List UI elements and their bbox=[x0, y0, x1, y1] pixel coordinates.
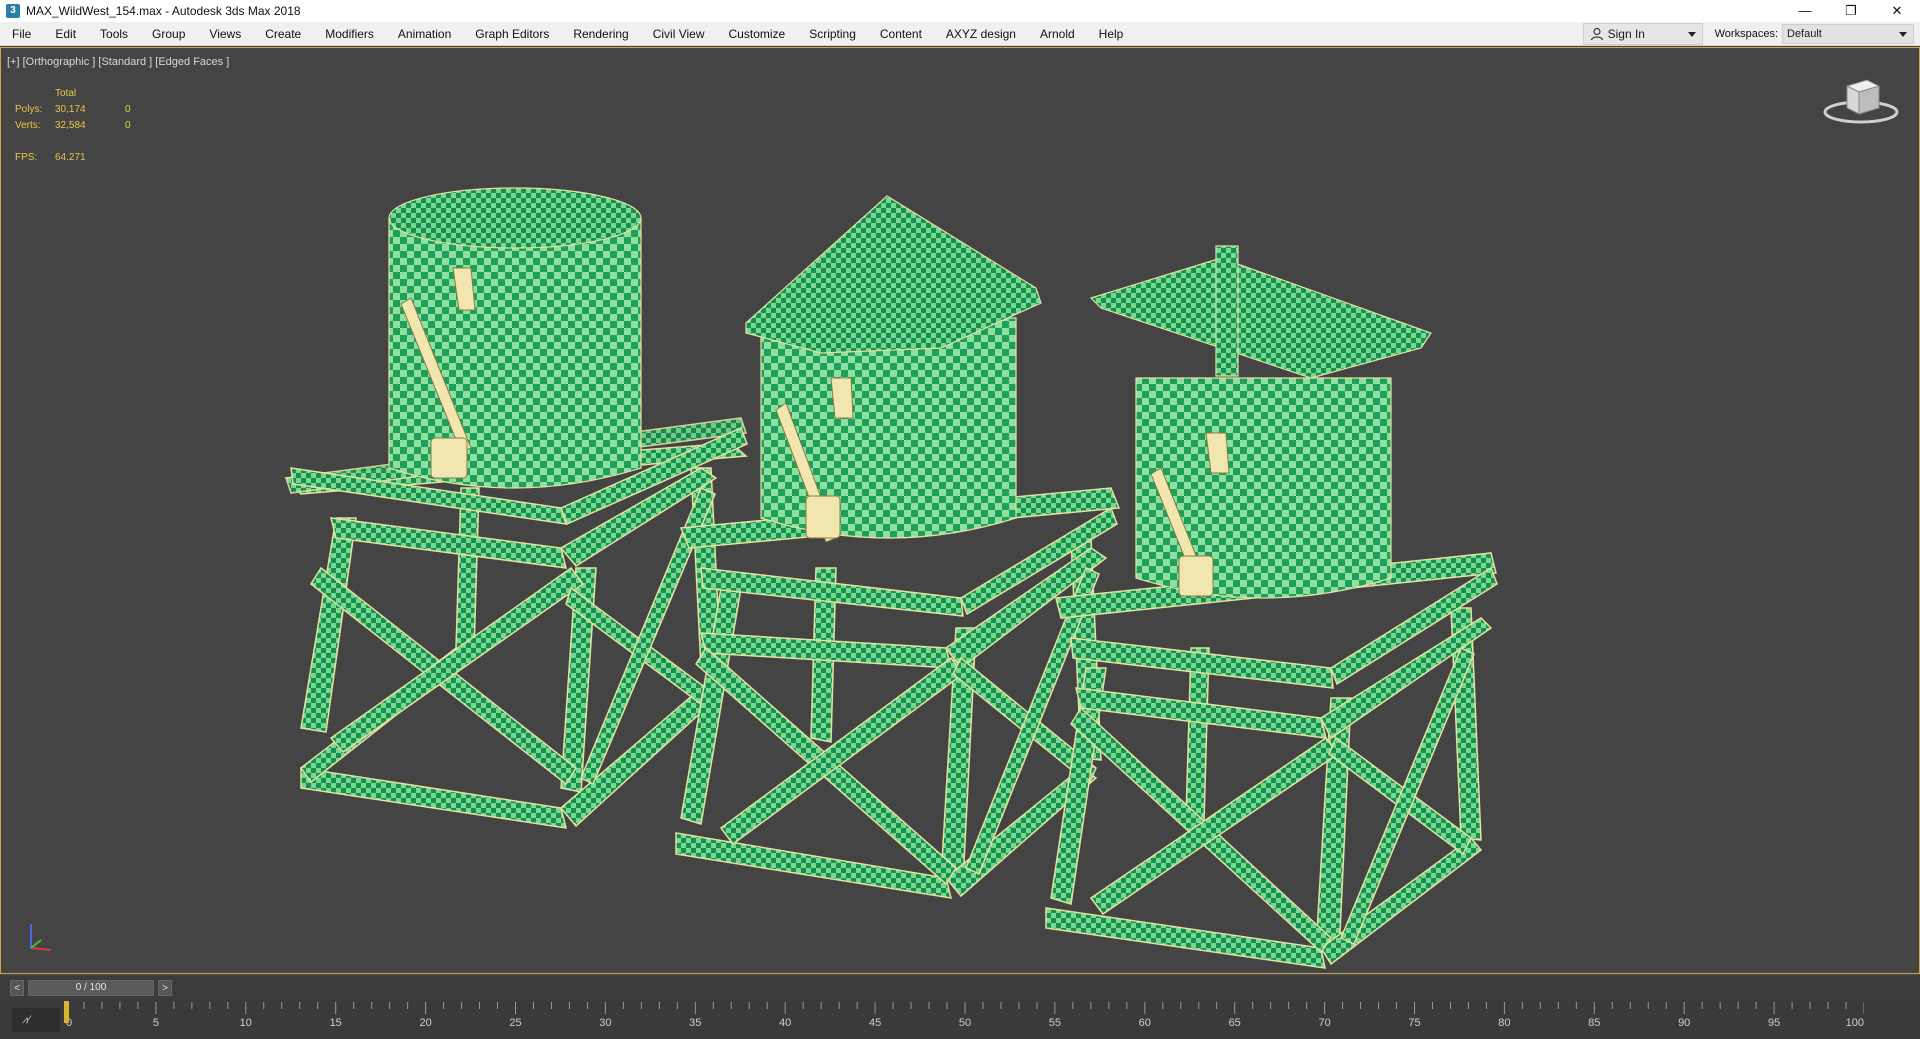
ruler-tick-label: 75 bbox=[1408, 1017, 1420, 1029]
polys-selected: 0 bbox=[125, 104, 131, 115]
menu-arnold[interactable]: Arnold bbox=[1028, 22, 1087, 46]
ruler-tick-label: 90 bbox=[1678, 1017, 1690, 1029]
scene-canvas[interactable] bbox=[1, 48, 1919, 973]
ruler-tick-label: 25 bbox=[509, 1017, 521, 1029]
ruler-tick-label: 40 bbox=[779, 1017, 791, 1029]
viewport[interactable]: [+] [Orthographic ] [Standard ] [Edged F… bbox=[0, 47, 1920, 974]
mini-curve-toggle-icon[interactable]: ⩘⁄ bbox=[12, 1008, 60, 1032]
track-bar[interactable]: ⩘⁄ 0 5 10 15 20 25 30 35 40 45 50 55 60 65 70 75 80 85 90 9… bbox=[0, 1000, 1920, 1039]
menu-customize[interactable]: Customize bbox=[717, 22, 798, 46]
ruler-tick-label: 60 bbox=[1139, 1017, 1151, 1029]
stats-overlay: Total Polys: 30,174 0 Verts: 32,584 0 FP… bbox=[15, 86, 131, 166]
fps-label: FPS: bbox=[15, 152, 38, 163]
menu-scripting[interactable]: Scripting bbox=[797, 22, 868, 46]
window-title: MAX_WildWest_154.max - Autodesk 3ds Max … bbox=[26, 4, 301, 18]
chevron-down-icon bbox=[1899, 32, 1907, 37]
menu-group[interactable]: Group bbox=[140, 22, 197, 46]
menu-civil-view[interactable]: Civil View bbox=[641, 22, 717, 46]
menu-file[interactable]: File bbox=[0, 22, 43, 46]
sign-in-label: Sign In bbox=[1607, 27, 1645, 41]
ruler-tick-label: 55 bbox=[1049, 1017, 1061, 1029]
menu-edit[interactable]: Edit bbox=[43, 22, 88, 46]
window-controls: — ❐ ✕ bbox=[1782, 0, 1920, 22]
ruler-tick-label: 50 bbox=[959, 1017, 971, 1029]
ruler-tick-label: 5 bbox=[153, 1017, 159, 1029]
stats-polys-row: Polys: 30,174 0 bbox=[15, 102, 131, 118]
verts-value: 32,584 bbox=[55, 120, 86, 131]
prev-frame-button[interactable]: < bbox=[10, 980, 24, 996]
workspace-value: Default bbox=[1787, 28, 1822, 40]
ruler-tick-label: 30 bbox=[599, 1017, 611, 1029]
frame-ruler[interactable]: 0 5 10 15 20 25 30 35 40 45 50 55 60 65 70 75 80 85 90 95 10… bbox=[64, 1000, 1864, 1039]
app-icon: 3 bbox=[6, 4, 20, 18]
workspaces-label: Workspaces: bbox=[1714, 28, 1778, 40]
menu-axyz-design[interactable]: AXYZ design bbox=[934, 22, 1028, 46]
stats-fps-row: FPS: 64.271 bbox=[15, 150, 131, 166]
stats-verts-row: Verts: 32,584 0 bbox=[15, 118, 131, 134]
menu-rendering[interactable]: Rendering bbox=[561, 22, 640, 46]
minimize-button[interactable]: — bbox=[1782, 0, 1828, 22]
ruler-tick-label: 35 bbox=[689, 1017, 701, 1029]
ruler-tick-label: 20 bbox=[419, 1017, 431, 1029]
ruler-tick-label: 95 bbox=[1768, 1017, 1780, 1029]
menu-graph-editors[interactable]: Graph Editors bbox=[463, 22, 561, 46]
polys-value: 30,174 bbox=[55, 104, 86, 115]
user-icon bbox=[1590, 27, 1603, 41]
viewport-label[interactable]: [+] [Orthographic ] [Standard ] [Edged F… bbox=[7, 56, 229, 68]
ruler-tick-label: 80 bbox=[1498, 1017, 1510, 1029]
menu-help[interactable]: Help bbox=[1087, 22, 1136, 46]
axis-gizmo-icon bbox=[30, 924, 52, 951]
menu-content[interactable]: Content bbox=[868, 22, 934, 46]
menu-tools[interactable]: Tools bbox=[88, 22, 140, 46]
restore-button[interactable]: ❐ bbox=[1828, 0, 1874, 22]
verts-selected: 0 bbox=[125, 120, 131, 131]
sign-in-dropdown[interactable]: Sign In bbox=[1582, 23, 1703, 45]
water-tower-2[interactable] bbox=[675, 195, 1121, 899]
menu-modifiers[interactable]: Modifiers bbox=[313, 22, 386, 46]
menu-animation[interactable]: Animation bbox=[386, 22, 463, 46]
ruler-tick-label: 10 bbox=[240, 1017, 252, 1029]
time-slider-bar: < 0 / 100 > bbox=[0, 976, 1920, 1000]
close-button[interactable]: ✕ bbox=[1874, 0, 1920, 22]
menu-right-group: Sign In Workspaces: Default bbox=[1582, 22, 1920, 46]
ruler-tick-label: 70 bbox=[1318, 1017, 1330, 1029]
menu-create[interactable]: Create bbox=[253, 22, 313, 46]
ruler-tick-label: 65 bbox=[1229, 1017, 1241, 1029]
menu-views[interactable]: Views bbox=[197, 22, 253, 46]
ruler-tick-label: 45 bbox=[869, 1017, 881, 1029]
polys-label: Polys: bbox=[15, 104, 43, 115]
title-bar: 3 MAX_WildWest_154.max - Autodesk 3ds Ma… bbox=[0, 0, 1920, 22]
stats-total-header: Total bbox=[55, 88, 77, 99]
water-tower-3[interactable] bbox=[1045, 245, 1498, 969]
time-slider[interactable]: 0 / 100 bbox=[28, 980, 154, 996]
current-frame-marker[interactable] bbox=[64, 1001, 69, 1023]
ruler-tick-label: 100 bbox=[1846, 1017, 1864, 1029]
verts-label: Verts: bbox=[15, 120, 41, 131]
chevron-down-icon bbox=[1687, 32, 1696, 37]
ruler-tick-label: 85 bbox=[1588, 1017, 1600, 1029]
workspace-select[interactable]: Default bbox=[1782, 24, 1914, 44]
next-frame-button[interactable]: > bbox=[158, 980, 172, 996]
ruler-tick-label: 15 bbox=[330, 1017, 342, 1029]
viewcube-icon[interactable] bbox=[1821, 68, 1901, 128]
menu-bar: File Edit Tools Group Views Create Modif… bbox=[0, 22, 1920, 46]
water-tower-1[interactable] bbox=[284, 187, 748, 829]
fps-value: 64.271 bbox=[55, 152, 86, 163]
